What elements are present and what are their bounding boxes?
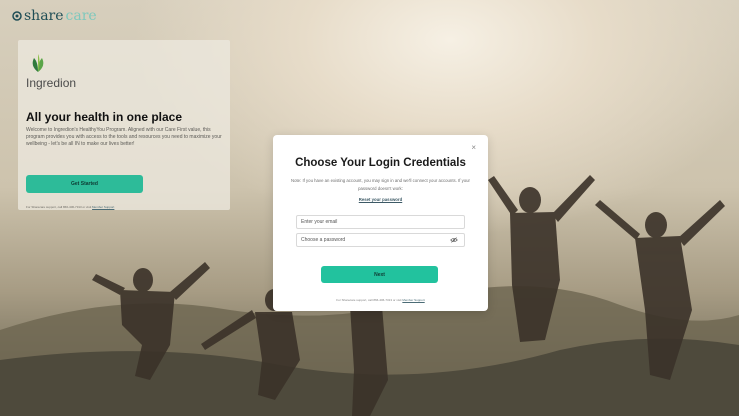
modal-support-text: For Sharecare support, call 866-406-7313… [273,298,488,302]
next-button[interactable]: Next [321,266,438,283]
panel-support-label: For Sharecare support, call 866-406-7313… [26,205,93,209]
email-field[interactable] [296,215,465,229]
close-icon[interactable]: × [471,143,476,152]
company-name: Ingredion [26,76,77,90]
get-started-button[interactable]: Get Started [26,175,143,193]
panel-title: All your health in one place [26,110,183,124]
brand-share: share [24,8,64,24]
login-credentials-modal: × Choose Your Login Credentials Note: If… [273,135,488,311]
sharecare-mark-icon [12,11,22,21]
sharecare-logo[interactable]: share care [12,8,97,24]
panel-support-text: For Sharecare support, call 866-406-7313… [26,205,114,209]
panel-description: Welcome to Ingredion's HealthyYou Progra… [26,127,222,147]
modal-support-label: For Sharecare support, call 866-406-7313… [336,298,403,302]
modal-member-support-link[interactable]: Member Support [402,298,424,302]
ingredion-logo-icon [32,54,44,72]
reset-password-link[interactable]: Reset your password [273,197,488,202]
modal-note: Note: If you have an existing account, y… [290,178,470,191]
panel-member-support-link[interactable]: Member Support [92,205,114,209]
modal-title: Choose Your Login Credentials [295,157,466,169]
brand-care: care [65,8,97,24]
email-input[interactable] [297,216,455,228]
password-input[interactable] [297,234,455,246]
password-field[interactable] [296,233,465,247]
eye-slash-icon[interactable] [450,237,458,243]
